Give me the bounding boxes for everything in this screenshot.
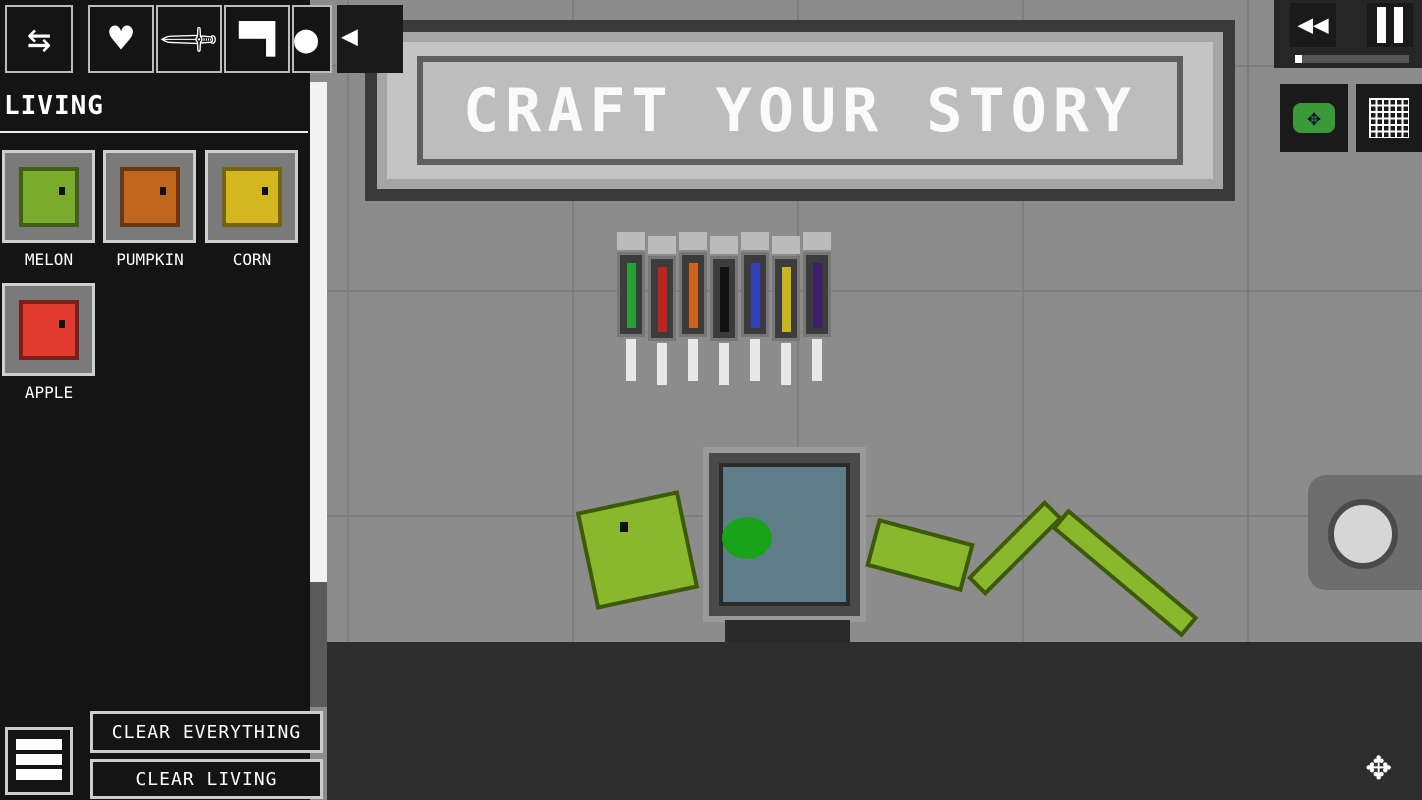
pumpkin-icon bbox=[119, 166, 180, 227]
title-banner: CRAFT YOUR STORY bbox=[365, 20, 1235, 201]
syringe[interactable] bbox=[617, 232, 645, 382]
syringe[interactable] bbox=[803, 232, 831, 382]
item-label: MELON bbox=[24, 250, 74, 269]
camera-move-icon: ✥ bbox=[1293, 103, 1335, 133]
grenade-icon: ● bbox=[294, 16, 319, 62]
menu-button[interactable] bbox=[5, 727, 73, 795]
rewind-icon: ◀◀ bbox=[1297, 10, 1329, 40]
item-label: PUMPKIN bbox=[116, 250, 184, 269]
category-health[interactable]: ♥ bbox=[88, 5, 154, 73]
category-title: LIVING bbox=[0, 85, 308, 133]
collapse-arrow-icon: ◀ bbox=[341, 19, 358, 52]
swap-button[interactable]: ⇆ bbox=[5, 5, 73, 73]
joystick-knob[interactable] bbox=[1328, 499, 1398, 569]
scrollbar-track[interactable] bbox=[310, 582, 327, 707]
item-label: APPLE bbox=[24, 383, 74, 402]
category-firearms[interactable]: ▀▜ bbox=[224, 5, 290, 73]
syringe[interactable] bbox=[741, 232, 769, 382]
pause-icon bbox=[1377, 7, 1403, 43]
menu-icon bbox=[16, 739, 62, 783]
clear-living-button[interactable]: CLEAR LIVING bbox=[90, 759, 323, 799]
pistol-icon: ▀▜ bbox=[238, 21, 276, 57]
category-explosives[interactable]: ● bbox=[292, 5, 332, 73]
apple-icon bbox=[18, 299, 79, 360]
item-corn[interactable] bbox=[205, 150, 298, 243]
move-arrows-icon[interactable]: ✥ bbox=[1366, 740, 1391, 789]
monitor-base bbox=[725, 620, 850, 642]
corn-icon bbox=[221, 166, 282, 227]
clear-everything-button[interactable]: CLEAR EVERYTHING bbox=[90, 711, 323, 753]
syringe[interactable] bbox=[648, 236, 676, 386]
banner-title: CRAFT YOUR STORY bbox=[417, 56, 1183, 165]
syringe[interactable] bbox=[710, 236, 738, 386]
category-melee[interactable]: 🗡 bbox=[154, 5, 223, 74]
item-apple[interactable] bbox=[2, 283, 95, 376]
collapse-button[interactable]: ◀ bbox=[337, 5, 403, 73]
rewind-button[interactable]: ◀◀ bbox=[1290, 3, 1336, 47]
syringe[interactable] bbox=[772, 236, 800, 386]
sword-icon: 🗡 bbox=[154, 5, 223, 74]
swap-arrows-icon: ⇆ bbox=[26, 16, 52, 62]
camera-button[interactable]: ✥ bbox=[1280, 84, 1348, 152]
joystick[interactable] bbox=[1308, 475, 1422, 590]
item-melon[interactable] bbox=[2, 150, 95, 243]
green-blood bbox=[722, 517, 772, 559]
syringe[interactable] bbox=[679, 232, 707, 382]
floor bbox=[327, 642, 1422, 800]
grid-button[interactable] bbox=[1356, 84, 1422, 152]
melon-icon bbox=[18, 166, 79, 227]
grid-icon bbox=[1369, 98, 1409, 138]
item-pumpkin[interactable] bbox=[103, 150, 196, 243]
item-label: CORN bbox=[232, 250, 272, 269]
pause-button[interactable] bbox=[1367, 3, 1413, 47]
time-slider[interactable] bbox=[1295, 55, 1409, 63]
heart-icon: ♥ bbox=[108, 16, 134, 62]
scrollbar-thumb[interactable] bbox=[310, 82, 327, 582]
